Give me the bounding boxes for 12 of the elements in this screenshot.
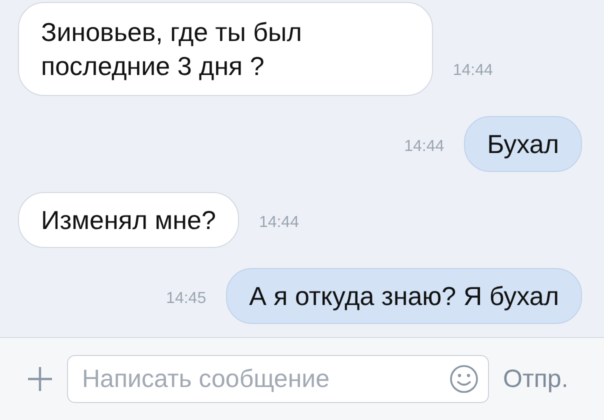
- message-time: 14:44: [258, 214, 299, 232]
- message-bubble: Изменял мне?: [18, 192, 239, 248]
- message-bubble: Бухал: [464, 116, 582, 172]
- message-bubble: А я откуда знаю? Я бухал: [226, 268, 582, 324]
- message-time: 14:44: [452, 62, 493, 80]
- send-button[interactable]: Отпр.: [503, 364, 568, 394]
- message-time: 14:44: [404, 138, 444, 156]
- smiley-icon[interactable]: [449, 364, 479, 394]
- message-bubble: Зиновьев, где ты был последние 3 дня ?: [18, 2, 433, 96]
- message-time: 14:45: [166, 290, 206, 308]
- plus-icon[interactable]: [27, 366, 53, 392]
- message-field[interactable]: Написать сообщение: [67, 355, 489, 403]
